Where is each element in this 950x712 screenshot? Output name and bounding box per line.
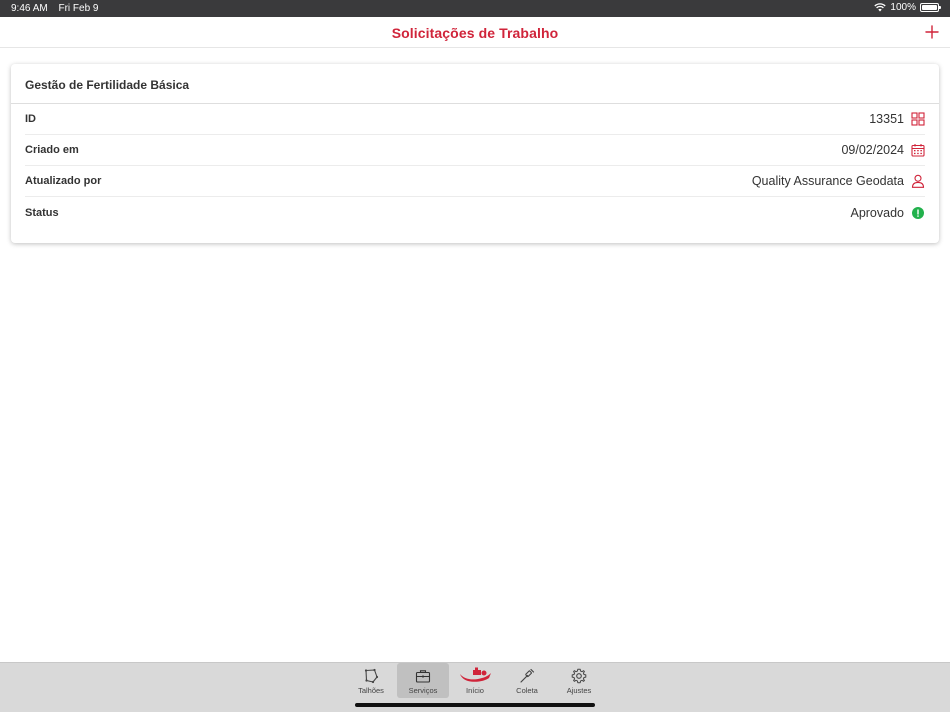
row-id: ID 13351 xyxy=(25,104,925,135)
status-date: Fri Feb 9 xyxy=(58,3,99,14)
battery-percent: 100% xyxy=(890,2,916,13)
gear-icon xyxy=(571,668,587,684)
status-bar-right: 100% xyxy=(874,2,941,13)
row-label: Status xyxy=(25,206,59,219)
tab-coleta[interactable]: Coleta xyxy=(501,663,553,698)
status-value: Aprovado xyxy=(850,205,904,220)
row-updated-by: Atualizado por Quality Assurance Geodata xyxy=(25,166,925,197)
row-value-wrap: 09/02/2024 xyxy=(841,143,925,157)
calendar-icon xyxy=(911,144,925,157)
tab-servicos[interactable]: Serviços xyxy=(397,663,449,698)
row-label: Criado em xyxy=(25,144,79,156)
home-indicator[interactable] xyxy=(355,703,595,707)
page-title: Solicitações de Trabalho xyxy=(391,25,559,41)
tab-label: Serviços xyxy=(408,686,438,695)
row-label: ID xyxy=(25,113,36,125)
field-polygon-icon xyxy=(364,668,379,684)
status-bar: 9:46 AM Fri Feb 9 100% xyxy=(0,0,950,17)
row-value: 13351 xyxy=(869,112,904,126)
user-icon xyxy=(911,174,925,188)
tab-ajustes[interactable]: Ajustes xyxy=(553,663,605,698)
row-value-wrap: Aprovado xyxy=(850,206,925,220)
probe-icon xyxy=(520,668,535,683)
row-status: Status Aprovado xyxy=(25,197,925,228)
work-request-card[interactable]: Gestão de Fertilidade Básica ID 13351 Cr… xyxy=(11,64,939,243)
status-bar-left: 9:46 AM Fri Feb 9 xyxy=(11,3,107,14)
card-title: Gestão de Fertilidade Básica xyxy=(11,64,939,104)
row-value: 09/02/2024 xyxy=(841,143,904,157)
plus-icon[interactable] xyxy=(924,24,940,40)
tab-label: Coleta xyxy=(516,686,538,695)
tab-label: Ajustes xyxy=(566,686,592,695)
row-label: Atualizado por xyxy=(25,175,102,187)
tab-talhoes[interactable]: Talhões xyxy=(345,663,397,698)
row-created: Criado em 09/02/2024 xyxy=(25,135,925,166)
row-value: Quality Assurance Geodata xyxy=(751,174,904,188)
briefcase-icon xyxy=(415,670,431,683)
tab-label: Talhões xyxy=(358,686,384,695)
wifi-icon xyxy=(874,3,887,12)
tab-inicio[interactable]: Início xyxy=(449,663,501,698)
tabs: Talhões Serviços Início Coleta Ajustes xyxy=(345,663,605,698)
tractor-logo-icon xyxy=(460,667,491,682)
status-dot-icon xyxy=(912,206,924,219)
grid-icon xyxy=(911,112,925,126)
row-value-wrap: Quality Assurance Geodata xyxy=(752,174,925,188)
tab-label: Início xyxy=(466,686,484,695)
status-time: 9:46 AM xyxy=(11,3,48,14)
nav-bar: Solicitações de Trabalho xyxy=(0,17,950,48)
row-value-wrap: 13351 xyxy=(869,112,925,126)
battery-icon xyxy=(920,3,941,12)
